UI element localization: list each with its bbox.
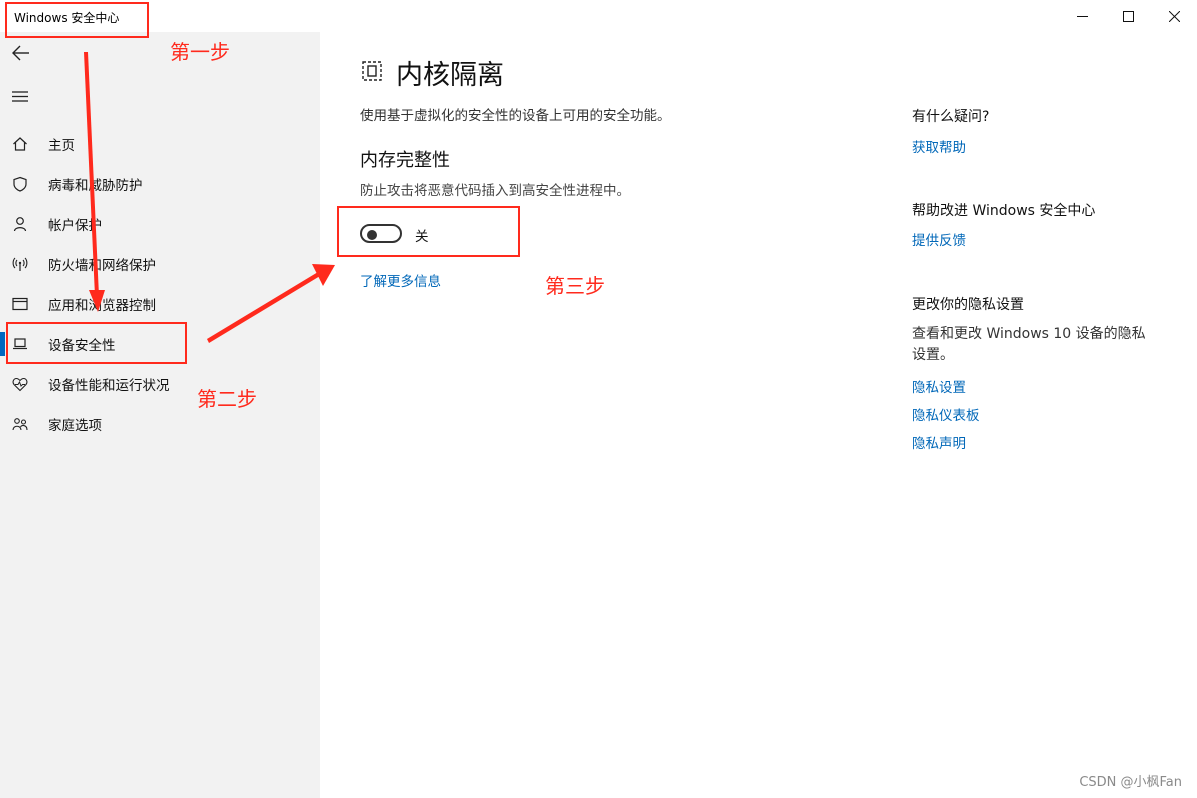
sidebar-item-label: 主页 [48, 138, 75, 154]
improve-section: 帮助改进 Windows 安全中心 提供反馈 [912, 200, 1162, 249]
step2-highlight-box [6, 322, 187, 364]
person-icon [11, 215, 29, 233]
active-indicator [0, 332, 5, 356]
sidebar-item-label: 帐户保护 [48, 218, 102, 234]
learn-more-link[interactable]: 了解更多信息 [360, 270, 441, 290]
core-isolation-icon [362, 61, 382, 81]
family-icon [11, 415, 29, 433]
sidebar-item-label: 防火墙和网络保护 [48, 258, 156, 274]
step3-highlight-box [337, 206, 520, 257]
window-controls [1059, 0, 1197, 32]
privacy-heading: 更改你的隐私设置 [912, 297, 1024, 313]
privacy-section: 更改你的隐私设置 查看和更改 Windows 10 设备的隐私设置。 隐私设置 … [912, 294, 1162, 452]
step1-label: 第一步 [170, 40, 230, 64]
minimize-icon [1076, 15, 1088, 17]
watermark: CSDN @小枫Fan [1079, 775, 1182, 790]
step3-label: 第三步 [545, 274, 605, 298]
questions-heading: 有什么疑问? [912, 109, 990, 125]
privacy-statement-link[interactable]: 隐私声明 [912, 432, 1162, 452]
sidebar-item-family-options[interactable]: 家庭选项 [0, 404, 320, 444]
browser-window-icon [11, 295, 29, 313]
sidebar-item-virus-protection[interactable]: 病毒和威胁防护 [0, 164, 320, 204]
close-icon [1168, 10, 1180, 22]
sidebar-item-app-browser-control[interactable]: 应用和浏览器控制 [0, 284, 320, 324]
antenna-icon [11, 255, 29, 273]
improve-heading: 帮助改进 Windows 安全中心 [912, 203, 1096, 219]
page-title: 内核隔离 [396, 60, 504, 91]
page-description: 使用基于虚拟化的安全性的设备上可用的安全功能。 [360, 108, 671, 124]
questions-section: 有什么疑问? 获取帮助 [912, 106, 1162, 156]
memory-integrity-title: 内存完整性 [360, 150, 450, 171]
sidebar-item-firewall[interactable]: 防火墙和网络保护 [0, 244, 320, 284]
sidebar-item-label: 家庭选项 [48, 418, 102, 434]
privacy-settings-link[interactable]: 隐私设置 [912, 376, 1162, 396]
back-arrow-icon[interactable] [10, 42, 32, 64]
privacy-dashboard-link[interactable]: 隐私仪表板 [912, 404, 1162, 424]
feedback-link[interactable]: 提供反馈 [912, 229, 1162, 249]
sidebar-item-home[interactable]: 主页 [0, 124, 320, 164]
privacy-description: 查看和更改 Windows 10 设备的隐私设置。 [912, 326, 1146, 363]
home-icon [11, 135, 29, 153]
maximize-icon [1122, 10, 1134, 22]
step1-highlight-box [5, 2, 149, 38]
hamburger-menu-icon[interactable] [10, 86, 32, 108]
sidebar-item-label: 病毒和威胁防护 [48, 178, 143, 194]
shield-icon [11, 175, 29, 193]
heart-pulse-icon [11, 375, 29, 393]
step2-label: 第二步 [197, 387, 257, 411]
sidebar-item-account-protection[interactable]: 帐户保护 [0, 204, 320, 244]
memory-integrity-description: 防止攻击将恶意代码插入到高安全性进程中。 [360, 183, 630, 199]
sidebar-item-label: 设备性能和运行状况 [48, 378, 170, 394]
sidebar-item-device-performance[interactable]: 设备性能和运行状况 [0, 364, 320, 404]
minimize-button[interactable] [1059, 0, 1105, 32]
sidebar-item-label: 应用和浏览器控制 [48, 298, 156, 314]
maximize-button[interactable] [1105, 0, 1151, 32]
get-help-link[interactable]: 获取帮助 [912, 136, 1162, 156]
sidebar-nav: 主页 病毒和威胁防护 帐户保护 防火墙和网络保护 应用和浏览器控制 设备安全性 [0, 124, 320, 444]
close-button[interactable] [1151, 0, 1197, 32]
